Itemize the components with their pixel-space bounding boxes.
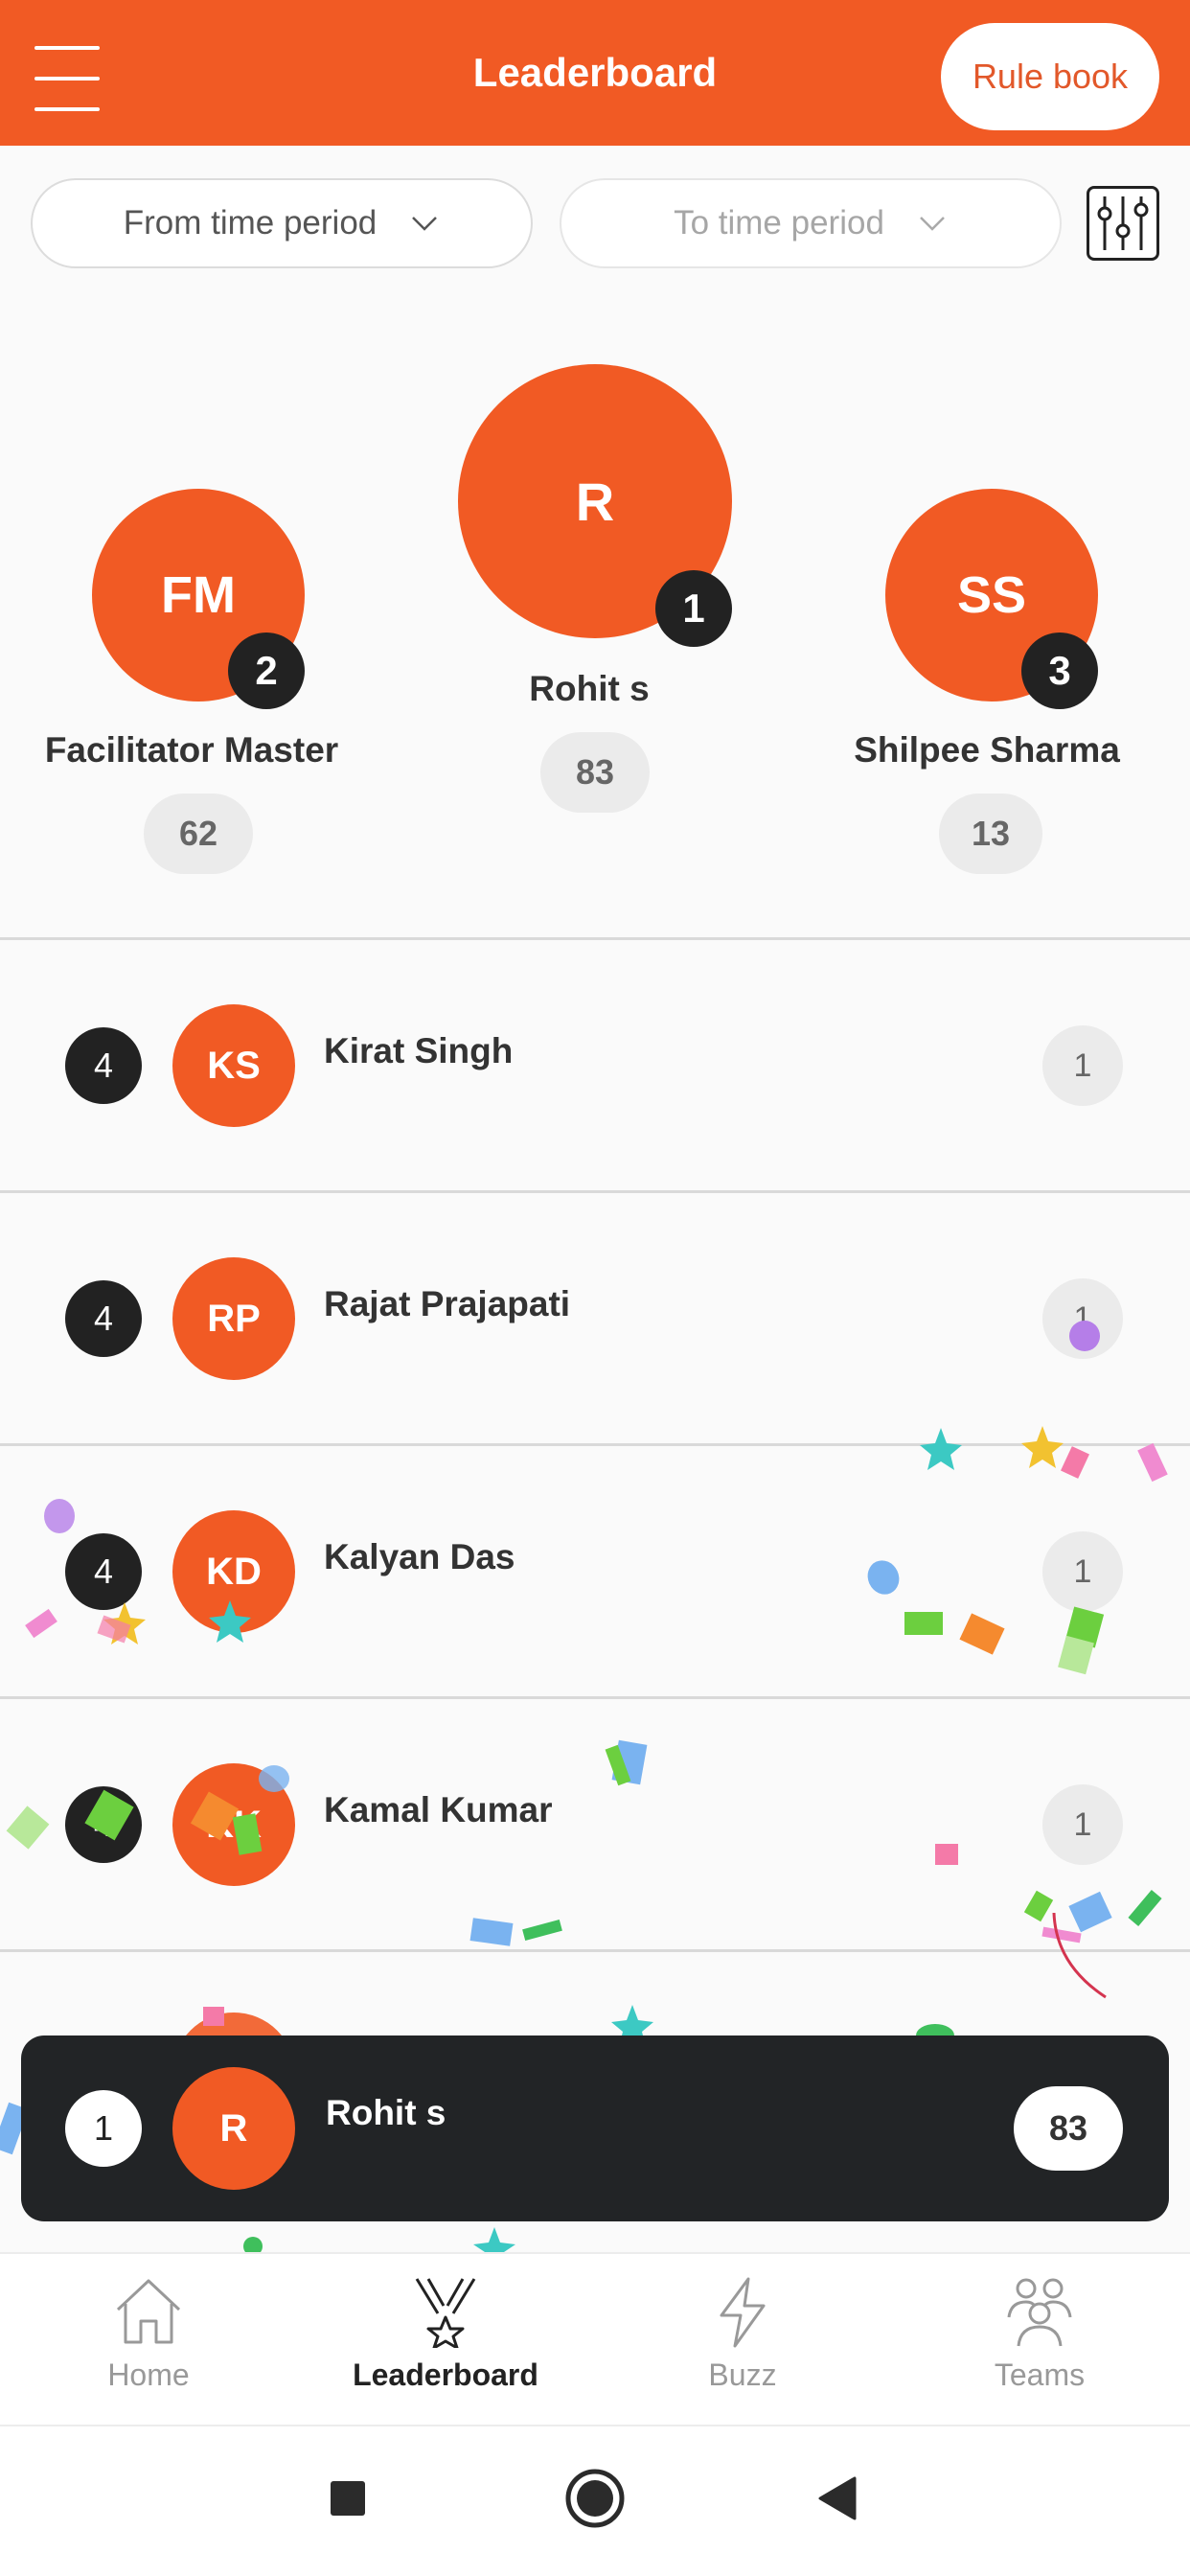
system-navigation-bar xyxy=(0,2426,1190,2576)
chevron-down-icon xyxy=(920,217,945,231)
list-item-name: Kirat Singh xyxy=(324,1031,514,1070)
rule-book-button[interactable]: Rule book xyxy=(941,23,1159,130)
podium-second-rank-badge: 2 xyxy=(228,632,305,709)
avatar: KK xyxy=(172,1763,295,1886)
list-divider xyxy=(0,1949,1190,1952)
to-time-period-dropdown[interactable]: To time period xyxy=(560,178,1062,268)
avatar: RP xyxy=(172,1257,295,1380)
list-divider xyxy=(0,1190,1190,1193)
podium-second-name: Facilitator Master xyxy=(44,730,339,770)
avatar: KD xyxy=(172,1510,295,1633)
list-item-score: 1 xyxy=(1042,1025,1123,1106)
back-icon[interactable] xyxy=(805,2465,872,2532)
podium-first-score: 83 xyxy=(540,732,650,813)
podium-second-score: 62 xyxy=(144,794,253,874)
app-header: Leaderboard Rule book xyxy=(0,0,1190,146)
list-item-name: Kalyan Das xyxy=(324,1537,515,1576)
nav-buzz[interactable]: Buzz xyxy=(594,2254,891,2428)
bottom-navigation: Home Leaderboard Buzz Teams xyxy=(0,2252,1190,2426)
nav-leaderboard[interactable]: Leaderboard xyxy=(297,2254,594,2428)
current-user-score: 83 xyxy=(1014,2086,1123,2171)
avatar: KS xyxy=(172,1004,295,1127)
trophy-medal-icon xyxy=(415,2278,476,2348)
list-divider xyxy=(0,937,1190,940)
nav-teams-label: Teams xyxy=(994,2358,1086,2392)
team-icon xyxy=(1007,2278,1072,2347)
list-item-score: 1 xyxy=(1042,1278,1123,1359)
list-divider xyxy=(0,1443,1190,1446)
list-item-rank: 4 xyxy=(65,1027,142,1104)
list-item-name: Kamal Kumar xyxy=(324,1790,553,1829)
list-item-rank: 4 xyxy=(65,1786,142,1863)
nav-buzz-label: Buzz xyxy=(708,2358,777,2392)
current-user-name: Rohit s xyxy=(326,2093,446,2132)
list-item-rank: 4 xyxy=(65,1533,142,1610)
list-item-name: Rajat Prajapati xyxy=(324,1284,571,1323)
nav-home-label: Home xyxy=(107,2358,190,2392)
home-icon xyxy=(116,2279,181,2344)
list-item-score: 1 xyxy=(1042,1531,1123,1612)
list-item-score: 1 xyxy=(1042,1784,1123,1865)
from-time-period-label: From time period xyxy=(123,204,378,242)
home-button-icon[interactable] xyxy=(561,2465,629,2532)
filter-sliders-icon[interactable] xyxy=(1087,186,1159,261)
to-time-period-label: To time period xyxy=(674,204,884,242)
nav-home[interactable]: Home xyxy=(0,2254,297,2428)
list-divider xyxy=(0,1696,1190,1699)
chevron-down-icon xyxy=(412,217,438,231)
podium-third-score: 13 xyxy=(939,794,1042,874)
from-time-period-dropdown[interactable]: From time period xyxy=(31,178,533,268)
nav-teams[interactable]: Teams xyxy=(891,2254,1188,2428)
podium-first-rank-badge: 1 xyxy=(655,570,732,647)
lightning-icon xyxy=(720,2277,766,2348)
podium-third-name: Shilpee Sharma xyxy=(854,730,1120,770)
nav-leaderboard-label: Leaderboard xyxy=(353,2358,538,2392)
podium-first-name: Rohit s xyxy=(529,669,650,708)
recent-apps-icon[interactable] xyxy=(314,2465,381,2532)
current-user-rank: 1 xyxy=(65,2090,142,2167)
list-item-rank: 4 xyxy=(65,1280,142,1357)
avatar: R xyxy=(172,2067,295,2190)
current-user-rank-bar[interactable]: 1 R Rohit s 83 xyxy=(21,2036,1169,2221)
podium-third-rank-badge: 3 xyxy=(1021,632,1098,709)
